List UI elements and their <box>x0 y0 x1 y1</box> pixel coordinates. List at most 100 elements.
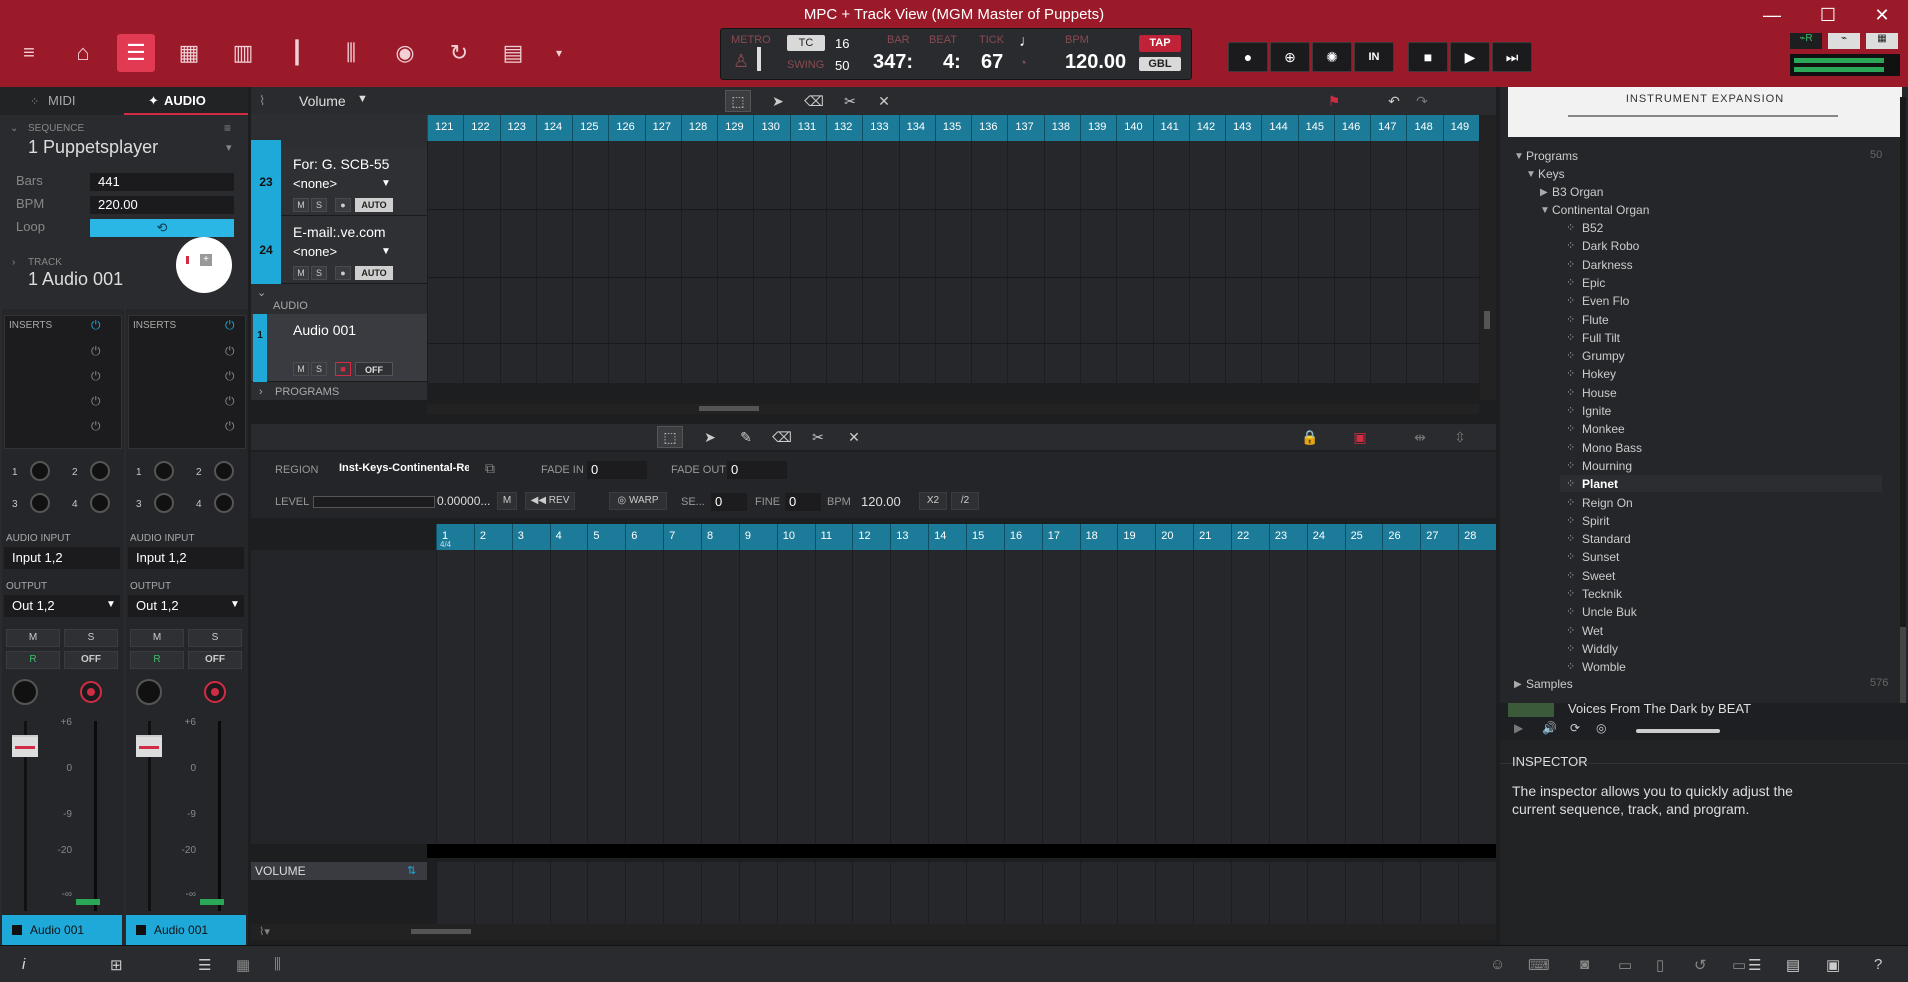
automation-button[interactable]: AUTO <box>355 198 393 212</box>
param-dropdown[interactable]: Volume <box>299 93 346 109</box>
send-3-knob[interactable] <box>30 493 50 513</box>
folder-icon[interactable]: ▭ <box>1732 956 1746 974</box>
fade-out-field[interactable]: 0 <box>727 461 787 479</box>
programs-section-label[interactable]: PROGRAMS <box>275 386 339 398</box>
track-number[interactable]: 1 <box>253 314 267 382</box>
metro-level[interactable] <box>757 47 761 71</box>
mute-tool-icon[interactable]: ✕ <box>871 90 897 112</box>
undo-icon[interactable]: ↶ <box>1381 90 1407 112</box>
chevron-down-icon[interactable]: ▼ <box>230 599 240 610</box>
loop-toggle[interactable]: ⟲ <box>90 219 234 237</box>
redo-icon[interactable]: ↷ <box>1409 90 1435 112</box>
pad-grid-icon[interactable]: ▦ <box>170 34 208 72</box>
speaker-icon[interactable]: 🔊 <box>1542 721 1557 735</box>
program-item[interactable]: Tecknik <box>1582 587 1622 601</box>
midi-monitor-icon[interactable]: ⌁R <box>1790 33 1822 49</box>
mute-button[interactable]: M <box>293 362 309 376</box>
track-title[interactable]: Audio 001 <box>293 322 356 338</box>
record-arm-button[interactable] <box>204 681 226 703</box>
lane-toggle-icon[interactable]: ⇅ <box>407 864 416 877</box>
send-2-knob[interactable] <box>90 461 110 481</box>
track-number[interactable]: 23 <box>251 148 281 216</box>
mute-tool-icon[interactable]: ✕ <box>841 426 867 448</box>
history-icon[interactable]: ↺ <box>1694 956 1707 974</box>
solo-button[interactable]: S <box>188 629 242 647</box>
record-arm-button[interactable] <box>80 681 102 703</box>
volume-lane[interactable] <box>436 862 1496 924</box>
mute-button[interactable]: M <box>293 198 309 212</box>
program-select[interactable]: <none> <box>293 244 387 262</box>
track-name[interactable]: 1 Audio 001 <box>28 269 123 290</box>
chevron-down-icon[interactable]: ▼ <box>1514 151 1524 162</box>
cpu-icon[interactable]: ☺ <box>1490 956 1505 973</box>
power-icon[interactable]: ⏻ <box>91 394 101 409</box>
keyboard-icon[interactable]: ⌨ <box>1528 956 1550 974</box>
track-scrollbar[interactable] <box>1480 115 1496 400</box>
program-item[interactable]: Spirit <box>1582 514 1609 528</box>
program-item[interactable]: Widdly <box>1582 642 1618 656</box>
sequence-menu-icon[interactable]: ≡ <box>224 121 231 135</box>
program-item[interactable]: Reign On <box>1582 496 1633 510</box>
keys-folder[interactable]: Keys <box>1538 167 1565 181</box>
help-icon[interactable]: ? <box>1874 956 1882 973</box>
close-icon[interactable]: ✕ <box>1862 2 1902 28</box>
program-item[interactable]: B52 <box>1582 221 1603 235</box>
level-value[interactable]: 0.00000... <box>437 494 490 508</box>
select-tool-icon[interactable]: ⬚ <box>725 90 751 112</box>
bars-icon[interactable]: ┃ <box>278 34 316 72</box>
power-icon[interactable]: ⏻ <box>91 419 101 434</box>
mixer-view-icon[interactable]: ⫼ <box>274 956 281 973</box>
solo-button[interactable]: S <box>311 266 327 280</box>
program-item[interactable]: Wet <box>1582 624 1603 638</box>
keyboard-icon[interactable]: ▦ <box>1866 33 1898 49</box>
chevron-right-icon[interactable]: › <box>259 386 263 398</box>
power-icon[interactable]: ⏻ <box>91 344 101 359</box>
maximize-icon[interactable]: ☐ <box>1808 2 1848 28</box>
automation-button[interactable]: AUTO <box>355 266 393 280</box>
curve-icon[interactable]: ⌇▾ <box>259 925 270 938</box>
track-title[interactable]: For: G. SCB-55 <box>293 156 389 172</box>
chevron-down-icon[interactable]: ⌄ <box>10 123 18 134</box>
repeat-icon[interactable]: ⟳ <box>1570 721 1580 735</box>
power-icon[interactable]: ⏻ <box>225 344 235 359</box>
region-grid[interactable] <box>436 550 1496 844</box>
volume-fader[interactable] <box>136 735 162 757</box>
play-start-button[interactable]: ⏭ <box>1492 42 1532 72</box>
track-row[interactable]: 24 E-mail:.ve.com <none> ▼ M S ● AUTO <box>251 216 427 284</box>
program-item[interactable]: Uncle Buk <box>1582 605 1637 619</box>
grid-view-icon[interactable]: ▦ <box>236 956 250 974</box>
volume-lane-header[interactable]: VOLUME ⇅ <box>251 862 427 880</box>
overdub-button[interactable]: ⊕ <box>1270 42 1310 72</box>
scroll-thumb[interactable] <box>411 929 471 934</box>
minimize-icon[interactable]: — <box>1752 2 1792 28</box>
power-icon[interactable]: ⏻ <box>225 318 235 333</box>
program-item[interactable]: Grumpy <box>1582 349 1625 363</box>
warp-button[interactable]: ◎ WARP <box>609 492 667 510</box>
list-edit-icon[interactable]: ▤ <box>494 34 532 72</box>
samples-folder[interactable]: Samples <box>1526 677 1573 691</box>
programs-folder[interactable]: Programs <box>1526 149 1578 163</box>
zoom-vertical-icon[interactable]: ⇳ <box>1447 426 1473 448</box>
pencil-tool-icon[interactable]: ✎ <box>733 426 759 448</box>
program-item[interactable]: Ignite <box>1582 404 1611 418</box>
chevron-right-icon[interactable]: ▶ <box>1540 187 1548 198</box>
program-item[interactable]: Mourning <box>1582 459 1632 473</box>
mixer-icon[interactable]: ⫼ <box>332 34 370 72</box>
chevron-down-icon[interactable]: ▼ <box>1540 205 1550 216</box>
program-item[interactable]: Sweet <box>1582 569 1615 583</box>
loop-icon[interactable]: ↻ <box>440 34 478 72</box>
select-tool-icon[interactable]: ⬚ <box>657 426 683 448</box>
program-item[interactable]: Standard <box>1582 532 1631 546</box>
send-4-knob[interactable] <box>90 493 110 513</box>
audio-input-field[interactable]: Input 1,2 <box>128 547 244 569</box>
program-select[interactable]: <none> <box>293 176 387 194</box>
auto-button[interactable]: ✺ <box>1312 42 1352 72</box>
bpm-value[interactable]: 120.00 <box>1065 51 1126 74</box>
record-arm-button[interactable]: ● <box>335 198 351 212</box>
solo-button[interactable]: S <box>311 362 327 376</box>
automation-read-button[interactable]: R <box>6 651 60 669</box>
program-item[interactable]: Planet <box>1582 477 1618 491</box>
automation-off-button[interactable]: OFF <box>355 362 393 376</box>
play-button[interactable]: ▶ <box>1450 42 1490 72</box>
add-icon[interactable]: ⊞ <box>110 956 123 974</box>
